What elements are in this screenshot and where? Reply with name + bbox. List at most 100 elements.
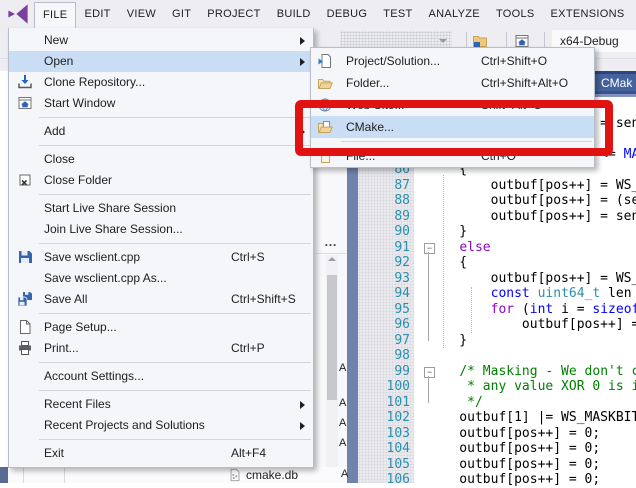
code-line-89: 89 outbuf[pos++] = sendlen & 0xF bbox=[347, 209, 636, 225]
code-line-98: 98 bbox=[347, 348, 636, 364]
menu-item-label: Save wsclient.cpp As... bbox=[44, 268, 167, 289]
db-file-icon bbox=[228, 468, 242, 482]
menu-item-shortcut: Ctrl+P bbox=[231, 338, 265, 359]
page-setup-icon bbox=[17, 319, 33, 335]
menu-item-new[interactable]: New bbox=[9, 30, 313, 51]
code-line-94: 94 const uint64_t len = sendlen bbox=[347, 286, 636, 302]
fold-collapse-icon[interactable]: − bbox=[424, 367, 435, 378]
code-line-96: 96 outbuf[pos++] = len >> bbox=[347, 317, 636, 333]
menu-item-project-solution[interactable]: Project/Solution...Ctrl+Shift+O bbox=[311, 50, 594, 72]
menu-item-label: Close bbox=[44, 149, 75, 170]
menu-item-close[interactable]: Close bbox=[9, 149, 313, 170]
solution-explorer-strip: … AAAA bbox=[314, 168, 347, 467]
git-status-badge: A bbox=[341, 468, 348, 480]
menu-item-label: Save wsclient.cpp bbox=[44, 247, 140, 268]
menu-item-page-setup[interactable]: Page Setup... bbox=[9, 317, 313, 338]
line-number: 87 bbox=[376, 178, 410, 194]
menu-item-exit[interactable]: ExitAlt+F4 bbox=[9, 443, 313, 464]
explorer-file-row[interactable]: cmake.db A bbox=[8, 467, 347, 483]
submenu-arrow-icon bbox=[300, 37, 305, 45]
menu-item-open[interactable]: Open bbox=[9, 51, 313, 72]
line-number: 106 bbox=[376, 472, 410, 488]
line-number: 101 bbox=[376, 395, 410, 411]
menu-analyze[interactable]: ANALYZE bbox=[421, 2, 488, 27]
menu-item-label: Recent Files bbox=[44, 394, 111, 415]
menu-separator bbox=[9, 436, 313, 443]
submenu-arrow-icon bbox=[300, 58, 305, 66]
menu-item-save-wsclient-cpp-as[interactable]: Save wsclient.cpp As... bbox=[9, 268, 313, 289]
menu-item-add[interactable]: Add bbox=[9, 121, 313, 142]
menu-item-recent-projects-and-solutions[interactable]: Recent Projects and Solutions bbox=[9, 415, 313, 436]
submenu-arrow-icon bbox=[300, 422, 305, 430]
tab-cmake-label[interactable]: CMak bbox=[601, 76, 632, 90]
line-number: 96 bbox=[376, 317, 410, 333]
menu-project[interactable]: PROJECT bbox=[199, 2, 268, 27]
line-number: 98 bbox=[376, 348, 410, 364]
scrollbar-thumb[interactable] bbox=[327, 275, 337, 400]
menu-item-folder[interactable]: Folder...Ctrl+Shift+Alt+O bbox=[311, 72, 594, 94]
menu-item-label: Account Settings... bbox=[44, 366, 144, 387]
menu-item-shortcut: Ctrl+S bbox=[231, 247, 265, 268]
git-status-badge: A bbox=[339, 417, 346, 429]
folder-open-icon bbox=[317, 75, 333, 91]
more-options-icon[interactable]: … bbox=[324, 234, 338, 249]
file-menu: NewOpenClone Repository...Start Window Ad… bbox=[8, 28, 314, 468]
line-number: 88 bbox=[376, 193, 410, 209]
code-line-103: 103 outbuf[pos++] = 0; bbox=[347, 426, 636, 442]
code-line-106: 106 outbuf[pos++] = 0; bbox=[347, 472, 636, 488]
menu-item-start-window[interactable]: Start Window bbox=[9, 93, 313, 114]
print-icon bbox=[17, 340, 33, 356]
code-text: const uint64_t len = sendlen bbox=[428, 286, 636, 302]
tree-indent-guide bbox=[64, 467, 65, 483]
menu-item-save-wsclient-cpp[interactable]: Save wsclient.cpp Ctrl+S bbox=[9, 247, 313, 268]
code-text: outbuf[pos++] = 0; bbox=[428, 457, 600, 473]
code-text: outbuf[pos++] = WS_EXTENDED bbox=[428, 271, 636, 287]
explorer-scrollbar[interactable] bbox=[326, 255, 338, 467]
code-line-102: 102 outbuf[1] |= WS_MASKBIT; bbox=[347, 410, 636, 426]
git-status-badge: A bbox=[339, 437, 346, 449]
menu-item-clone-repository[interactable]: Clone Repository... bbox=[9, 72, 313, 93]
menu-item-label: Close Folder bbox=[44, 170, 112, 191]
code-line-88: 88 outbuf[pos++] = (sendlen >> 8) bbox=[347, 193, 636, 209]
line-number: 90 bbox=[376, 224, 410, 240]
line-number: 104 bbox=[376, 441, 410, 457]
code-line-104: 104 outbuf[pos++] = 0; bbox=[347, 441, 636, 457]
code-text: for (int i = sizeof(uint64 bbox=[428, 302, 636, 318]
menu-item-label: Folder... bbox=[346, 72, 389, 94]
vs-logo-icon bbox=[7, 3, 29, 25]
menu-test[interactable]: TEST bbox=[375, 2, 420, 27]
menu-item-account-settings[interactable]: Account Settings... bbox=[9, 366, 313, 387]
menu-separator bbox=[9, 310, 313, 317]
menu-item-close-folder[interactable]: Close Folder bbox=[9, 170, 313, 191]
code-text: else bbox=[428, 240, 491, 256]
menu-item-recent-files[interactable]: Recent Files bbox=[9, 394, 313, 415]
tree-indent-guide bbox=[23, 467, 24, 483]
fold-collapse-icon[interactable]: − bbox=[424, 243, 435, 254]
code-line-91: 91 else bbox=[347, 240, 636, 256]
scroll-up-icon[interactable] bbox=[328, 257, 336, 261]
annotation-rectangle bbox=[295, 100, 613, 156]
line-number: 102 bbox=[376, 410, 410, 426]
menu-item-start-live-share-session[interactable]: Start Live Share Session bbox=[9, 198, 313, 219]
menu-edit[interactable]: EDIT bbox=[76, 2, 118, 27]
menu-build[interactable]: BUILD bbox=[269, 2, 319, 27]
dock-edge bbox=[0, 467, 8, 483]
code-line-93: 93 outbuf[pos++] = WS_EXTENDED bbox=[347, 271, 636, 287]
menu-item-join-live-share-session[interactable]: Join Live Share Session... bbox=[9, 219, 313, 240]
menu-item-print[interactable]: Print...Ctrl+P bbox=[9, 338, 313, 359]
code-line-101: 101 */ bbox=[347, 395, 636, 411]
menu-item-save-all[interactable]: Save AllCtrl+Shift+S bbox=[9, 289, 313, 310]
menu-tools[interactable]: TOOLS bbox=[488, 2, 543, 27]
menu-view[interactable]: VIEW bbox=[119, 2, 164, 27]
menu-extensions[interactable]: EXTENSIONS bbox=[543, 2, 633, 27]
menu-debug[interactable]: DEBUG bbox=[319, 2, 376, 27]
menu-item-shortcut: Alt+F4 bbox=[231, 443, 266, 464]
menu-file[interactable]: FILE bbox=[34, 2, 76, 28]
save-all-icon bbox=[17, 291, 33, 307]
line-number: 92 bbox=[376, 255, 410, 271]
code-text: outbuf[pos++] = 0; bbox=[428, 472, 600, 488]
menu-git[interactable]: GIT bbox=[164, 2, 199, 27]
menu-item-label: Recent Projects and Solutions bbox=[44, 415, 205, 436]
menu-item-label: Clone Repository... bbox=[44, 72, 145, 93]
menu-separator bbox=[9, 114, 313, 121]
